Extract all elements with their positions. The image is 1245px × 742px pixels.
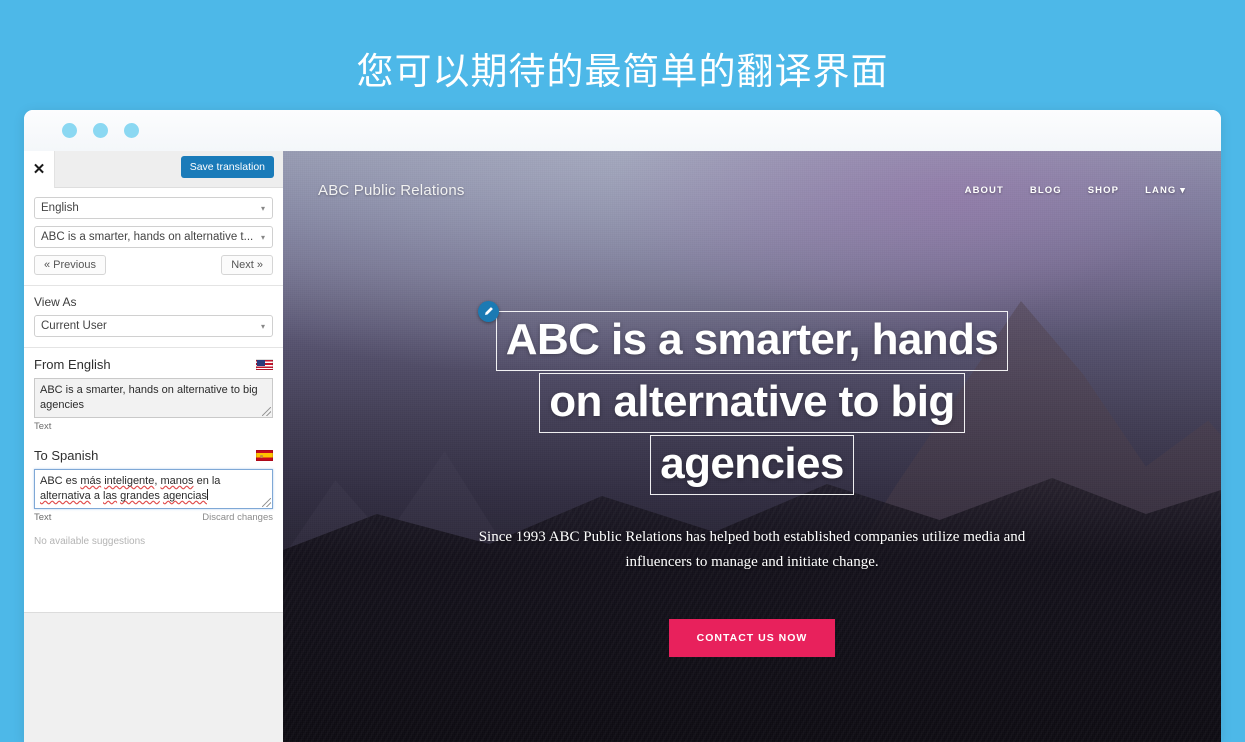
view-as-label: View As: [34, 295, 77, 309]
pagination-row: « Previous Next »: [34, 255, 273, 275]
string-select-value: ABC is a smarter, hands on alternative t…: [41, 231, 254, 243]
site-navbar: ABC Public Relations ABOUT BLOG SHOP LAN…: [283, 151, 1221, 229]
translation-sidebar: ✕ Save translation English ▾ ABC is a sm…: [24, 150, 283, 742]
target-language-header: To Spanish: [34, 448, 273, 463]
source-language-label: From English: [34, 357, 111, 372]
headline-line-3[interactable]: agencies: [650, 435, 854, 495]
string-select[interactable]: ABC is a smarter, hands on alternative t…: [34, 226, 273, 248]
discard-changes-button[interactable]: Discard changes: [202, 512, 273, 523]
previous-button[interactable]: « Previous: [34, 255, 106, 275]
contact-us-button[interactable]: CONTACT US NOW: [668, 619, 836, 657]
target-meta-row: Text Discard changes: [34, 512, 273, 523]
next-button[interactable]: Next »: [221, 255, 273, 275]
window-body: ✕ Save translation English ▾ ABC is a sm…: [24, 150, 1221, 742]
flag-es-icon: [256, 450, 273, 461]
window-dot-1[interactable]: [62, 123, 77, 138]
headline-line-2[interactable]: on alternative to big: [539, 373, 965, 433]
site-logo[interactable]: ABC Public Relations: [318, 182, 465, 199]
translation-fields-section: From English ABC is a smarter, hands on …: [24, 348, 283, 557]
nav-item-lang[interactable]: LANG ▾: [1145, 185, 1186, 196]
hero-content: ABC is a smarter, hands on alternative t…: [283, 301, 1221, 657]
target-text-value: ABC es más inteligente, manos en la alte…: [40, 475, 221, 502]
browser-titlebar: [24, 110, 1221, 151]
save-translation-button[interactable]: Save translation: [180, 156, 274, 178]
source-language-header: From English: [34, 357, 273, 372]
target-language-label: To Spanish: [34, 448, 99, 463]
view-as-section: View As Current User ▾: [24, 286, 283, 348]
source-text-area[interactable]: ABC is a smarter, hands on alternative t…: [34, 378, 273, 418]
page-title: 您可以期待的最简单的翻译界面: [356, 50, 889, 93]
chevron-down-icon: ▾: [260, 232, 265, 242]
sidebar-toolbar: ✕ Save translation: [24, 150, 283, 188]
window-dot-2[interactable]: [93, 123, 108, 138]
target-type-label: Text: [34, 512, 52, 523]
resize-grip-icon[interactable]: [262, 407, 271, 416]
view-as-value: Current User: [41, 320, 107, 332]
hero-headline: ABC is a smarter, hands on alternative t…: [477, 301, 1009, 497]
target-text-area[interactable]: ABC es más inteligente, manos en la alte…: [34, 469, 273, 509]
nav-item-blog[interactable]: BLOG: [1030, 185, 1062, 196]
close-button[interactable]: ✕: [24, 150, 55, 188]
language-select-value: English: [41, 202, 79, 214]
text-cursor: [207, 489, 208, 500]
view-as-select[interactable]: Current User ▾: [34, 315, 273, 337]
nav-item-about[interactable]: ABOUT: [965, 185, 1004, 196]
navigation-section: English ▾ ABC is a smarter, hands on alt…: [24, 188, 283, 286]
hero-subtitle: Since 1993 ABC Public Relations has help…: [478, 529, 1026, 570]
chevron-down-icon: ▾: [260, 321, 265, 331]
browser-window: ✕ Save translation English ▾ ABC is a sm…: [24, 110, 1221, 742]
language-select[interactable]: English ▾: [34, 197, 273, 219]
source-type-label: Text: [34, 421, 52, 432]
flag-us-icon: [256, 359, 273, 370]
translation-panel: ✕ Save translation English ▾ ABC is a sm…: [24, 150, 283, 613]
window-dot-3[interactable]: [124, 123, 139, 138]
pencil-icon[interactable]: [477, 301, 499, 322]
nav-item-shop[interactable]: SHOP: [1088, 185, 1119, 196]
site-nav-links: ABOUT BLOG SHOP LANG ▾: [965, 185, 1186, 196]
resize-grip-icon[interactable]: [262, 498, 271, 507]
source-meta-row: Text: [34, 421, 273, 432]
source-text-value: ABC is a smarter, hands on alternative t…: [40, 384, 258, 411]
site-preview: ABC Public Relations ABOUT BLOG SHOP LAN…: [283, 151, 1221, 742]
chevron-down-icon: ▾: [260, 203, 265, 213]
suggestions-message: No available suggestions: [34, 536, 146, 547]
headline-line-1[interactable]: ABC is a smarter, hands: [495, 311, 1009, 371]
